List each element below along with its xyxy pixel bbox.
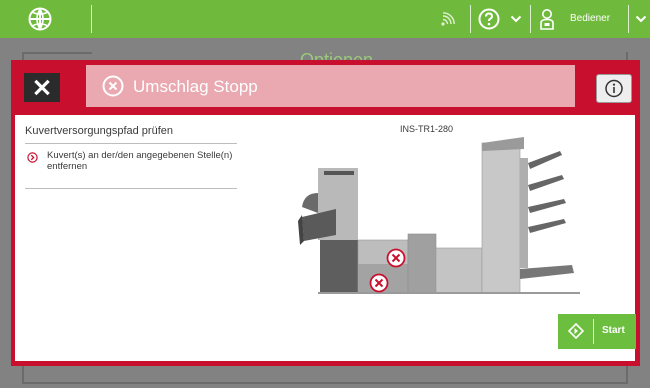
start-button-divider	[593, 319, 594, 344]
error-dialog: Umschlag Stopp Kuvertversorgungspfad prü…	[11, 60, 640, 366]
dialog-header: Umschlag Stopp	[11, 60, 640, 114]
divider	[25, 188, 237, 189]
close-button[interactable]	[24, 73, 60, 102]
user-name[interactable]: Bediener	[570, 13, 610, 24]
left-module-feeder	[302, 193, 318, 213]
output-tray	[520, 265, 574, 279]
error-marker-icon	[369, 273, 389, 293]
dialog-title: Umschlag Stopp	[133, 77, 258, 96]
section-title: Kuvertversorgungspfad prüfen	[25, 125, 173, 137]
machine-baseline	[318, 292, 580, 294]
feeder-tray-1	[528, 151, 562, 169]
feeder-tray-2	[528, 175, 564, 191]
step-instruction: Kuvert(s) an der/den angegebenen Stelle(…	[47, 150, 233, 172]
error-banner: Umschlag Stopp	[86, 65, 575, 107]
start-button[interactable]: Start	[558, 314, 636, 349]
left-module-top	[324, 171, 354, 175]
close-icon	[34, 79, 50, 96]
chevron-down-icon[interactable]	[635, 14, 647, 24]
info-button[interactable]	[596, 74, 632, 103]
signal-icon	[441, 12, 455, 26]
chevron-right-circle-icon	[27, 152, 38, 163]
divider	[91, 5, 92, 33]
help-icon[interactable]	[478, 8, 500, 30]
error-marker-icon	[386, 248, 406, 268]
divider	[530, 5, 531, 33]
top-bar: Bediener	[0, 0, 650, 38]
background-tab	[22, 52, 92, 54]
feeder-tray-3	[528, 199, 566, 213]
user-icon[interactable]	[540, 8, 554, 30]
info-icon	[605, 79, 623, 98]
start-diamond-icon	[568, 323, 584, 339]
globe-logo-icon[interactable]	[28, 7, 52, 31]
machine-illustration	[298, 137, 580, 294]
body-module-2	[407, 233, 437, 294]
dialog-body: Kuvertversorgungspfad prüfen Kuvert(s) a…	[15, 115, 636, 361]
chevron-down-icon[interactable]	[510, 14, 522, 24]
feeder-tower-top	[482, 137, 524, 151]
divider	[470, 5, 471, 33]
start-label: Start	[602, 325, 625, 336]
error-circle-icon	[102, 75, 124, 97]
feeder-tower-side	[520, 158, 528, 268]
left-module-base	[320, 240, 358, 292]
divider	[25, 143, 237, 144]
body-module-3	[435, 247, 483, 294]
feeder-tray-4	[528, 219, 566, 233]
feeder-tower	[481, 142, 521, 294]
divider	[628, 5, 629, 33]
